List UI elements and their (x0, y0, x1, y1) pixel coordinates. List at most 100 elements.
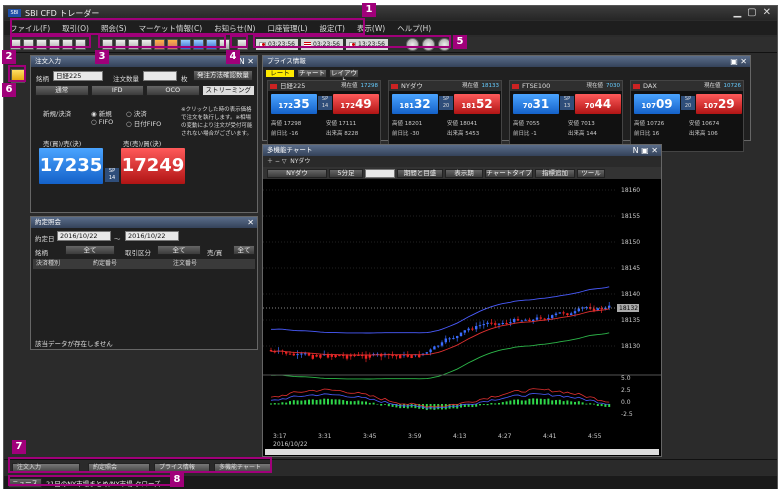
chart-indicator-button[interactable]: 指標追加 (535, 168, 575, 178)
candle-body (292, 353, 295, 356)
radio-date-fifo[interactable]: ○ 日付FIFO (126, 118, 161, 128)
histogram-bar (600, 404, 603, 407)
quote-bid-button[interactable]: 17235 (271, 94, 317, 114)
chart-scrollbar[interactable] (265, 449, 659, 455)
quote-box: FTSE100 現在値 7030 7031 SP 13 7044 高値 7055 安値 7013… (509, 80, 623, 152)
candle-body (444, 338, 447, 343)
callout-3: 3 (95, 50, 109, 64)
candle-body (592, 308, 596, 311)
tab-rate[interactable]: レート (265, 69, 295, 78)
qty-confirm-button[interactable]: 発注方法確認数量 (193, 70, 253, 81)
histogram-bar (513, 399, 516, 405)
quote-ask-button[interactable]: 7044 (575, 94, 621, 114)
histogram-bar (551, 400, 554, 405)
side-label: 売/買 (207, 249, 223, 257)
y-tick-label: 18160 (621, 187, 640, 194)
chart-type-button[interactable]: チャートタイプ (485, 168, 533, 178)
y-tick-label: 18140 (621, 291, 640, 298)
histogram-bar (285, 402, 288, 405)
radio-close[interactable]: ○ 決済 (126, 108, 147, 118)
sbi-logo: SBI (8, 9, 21, 17)
menu-highlight (10, 18, 365, 35)
history-table-header: 決済種別 約定番号 注文番号 (33, 259, 255, 269)
chart-range-button[interactable]: 期間と目盛 (397, 168, 443, 178)
x-tick-label: 4:13 (453, 433, 467, 440)
quote-ask-button[interactable]: 17249 (333, 94, 379, 114)
quote-bid-button[interactable]: 18132 (392, 94, 438, 114)
side-all-button[interactable]: 全て (233, 245, 255, 255)
tab-streaming[interactable]: ストリーミング (201, 85, 255, 96)
candlestick-chart[interactable]: 18160 18155 18150 18145 18140 18135 18130 18132… (263, 180, 661, 456)
ask-price-button[interactable]: 17249 (121, 148, 185, 184)
qty-unit: 枚 (181, 75, 188, 83)
candle-body (535, 317, 539, 320)
date-from-input[interactable]: 2016/10/22 (57, 231, 111, 241)
candle-body (501, 322, 504, 324)
tab-normal[interactable]: 通常 (35, 85, 89, 96)
histogram-bar (327, 398, 329, 405)
quote-bid-button[interactable]: 7031 (513, 94, 559, 114)
date-to-input[interactable]: 2016/10/22 (125, 231, 179, 241)
candle-body (505, 322, 508, 324)
minimize-icon[interactable]: ▁ (733, 7, 741, 18)
y-tick-label: 18145 (621, 265, 640, 272)
histogram-bar (410, 404, 413, 408)
flag-icon (512, 83, 519, 89)
x-tick-label: 3:45 (363, 433, 377, 440)
histogram-bar (349, 401, 352, 405)
qty-input[interactable] (143, 71, 177, 81)
maximize-icon[interactable]: ▢ (747, 7, 756, 18)
histogram-bar (589, 403, 592, 405)
tab-layout[interactable]: レイアウト (329, 69, 359, 84)
radio-fifo[interactable]: ○ FIFO (91, 118, 113, 126)
symbol-select[interactable]: 日経225 (53, 71, 103, 81)
chart-symbol-select[interactable]: NYダウ (267, 168, 327, 178)
sub-tick-label: -2.5 (621, 411, 633, 418)
histogram-bar (555, 400, 557, 405)
close-icon[interactable]: N ✕ (239, 56, 254, 67)
radio-new[interactable]: ◉ 新規 (91, 108, 112, 118)
chart-tool-button[interactable]: ツール (577, 168, 605, 178)
quote-ask-button[interactable]: 18152 (454, 94, 500, 114)
quote-bid-button[interactable]: 10709 (634, 94, 680, 114)
candle-body (463, 330, 466, 333)
quote-box: NYダウ 現在値 18133 18132 SP 20 18152 高値 18201 安値 180… (388, 80, 502, 152)
candle-body (456, 336, 459, 339)
menu-help[interactable]: ヘルプ(H) (397, 23, 431, 34)
histogram-bar (368, 402, 371, 405)
candle-body (433, 346, 436, 350)
chart-toolbar: NYダウ 5分足 期間と目盛 表示期 チャートタイプ 指標追加 ツール (263, 167, 661, 179)
candle-body (330, 355, 333, 357)
tab-ifd[interactable]: IFD (90, 85, 144, 96)
histogram-bar (319, 399, 322, 405)
symbol-all-button[interactable]: 全て (65, 245, 115, 255)
tab-oco[interactable]: OCO (146, 85, 200, 96)
bid-price-button[interactable]: 17235 (39, 148, 103, 184)
quote-spread: SP 20 (439, 96, 453, 110)
kind-all-button[interactable]: 全て (157, 245, 201, 255)
histogram-bar (346, 400, 348, 405)
candle-body (577, 308, 580, 312)
sub-tick-label: 0.0 (621, 399, 631, 406)
histogram-bar (577, 401, 580, 405)
candle-body (520, 320, 523, 322)
histogram-bar (273, 403, 276, 405)
history-empty-message: 該当データが存在しません (35, 340, 113, 348)
chart-display-button[interactable]: 表示期 (445, 168, 483, 178)
histogram-bar (517, 399, 519, 405)
tab-chart[interactable]: チャート (297, 69, 327, 78)
chart-count-input[interactable] (365, 168, 395, 178)
qty-label: 注文数量 (113, 75, 139, 83)
candle-body (608, 305, 611, 308)
callout-1: 1 (362, 3, 376, 17)
quote-ask-button[interactable]: 10729 (696, 94, 742, 114)
close-icon[interactable]: ✕ (247, 217, 254, 228)
chart-period-select[interactable]: 5分足 (329, 168, 363, 178)
close-icon[interactable]: ▣ ✕ (730, 56, 747, 67)
close-icon[interactable]: N ▣ ✕ (633, 145, 658, 156)
histogram-bar (596, 404, 599, 407)
sidebar-highlight (8, 65, 26, 82)
histogram-bar (315, 400, 318, 405)
close-icon[interactable]: ✕ (763, 7, 771, 18)
window-title: SBI CFD トレーダー (25, 8, 100, 18)
